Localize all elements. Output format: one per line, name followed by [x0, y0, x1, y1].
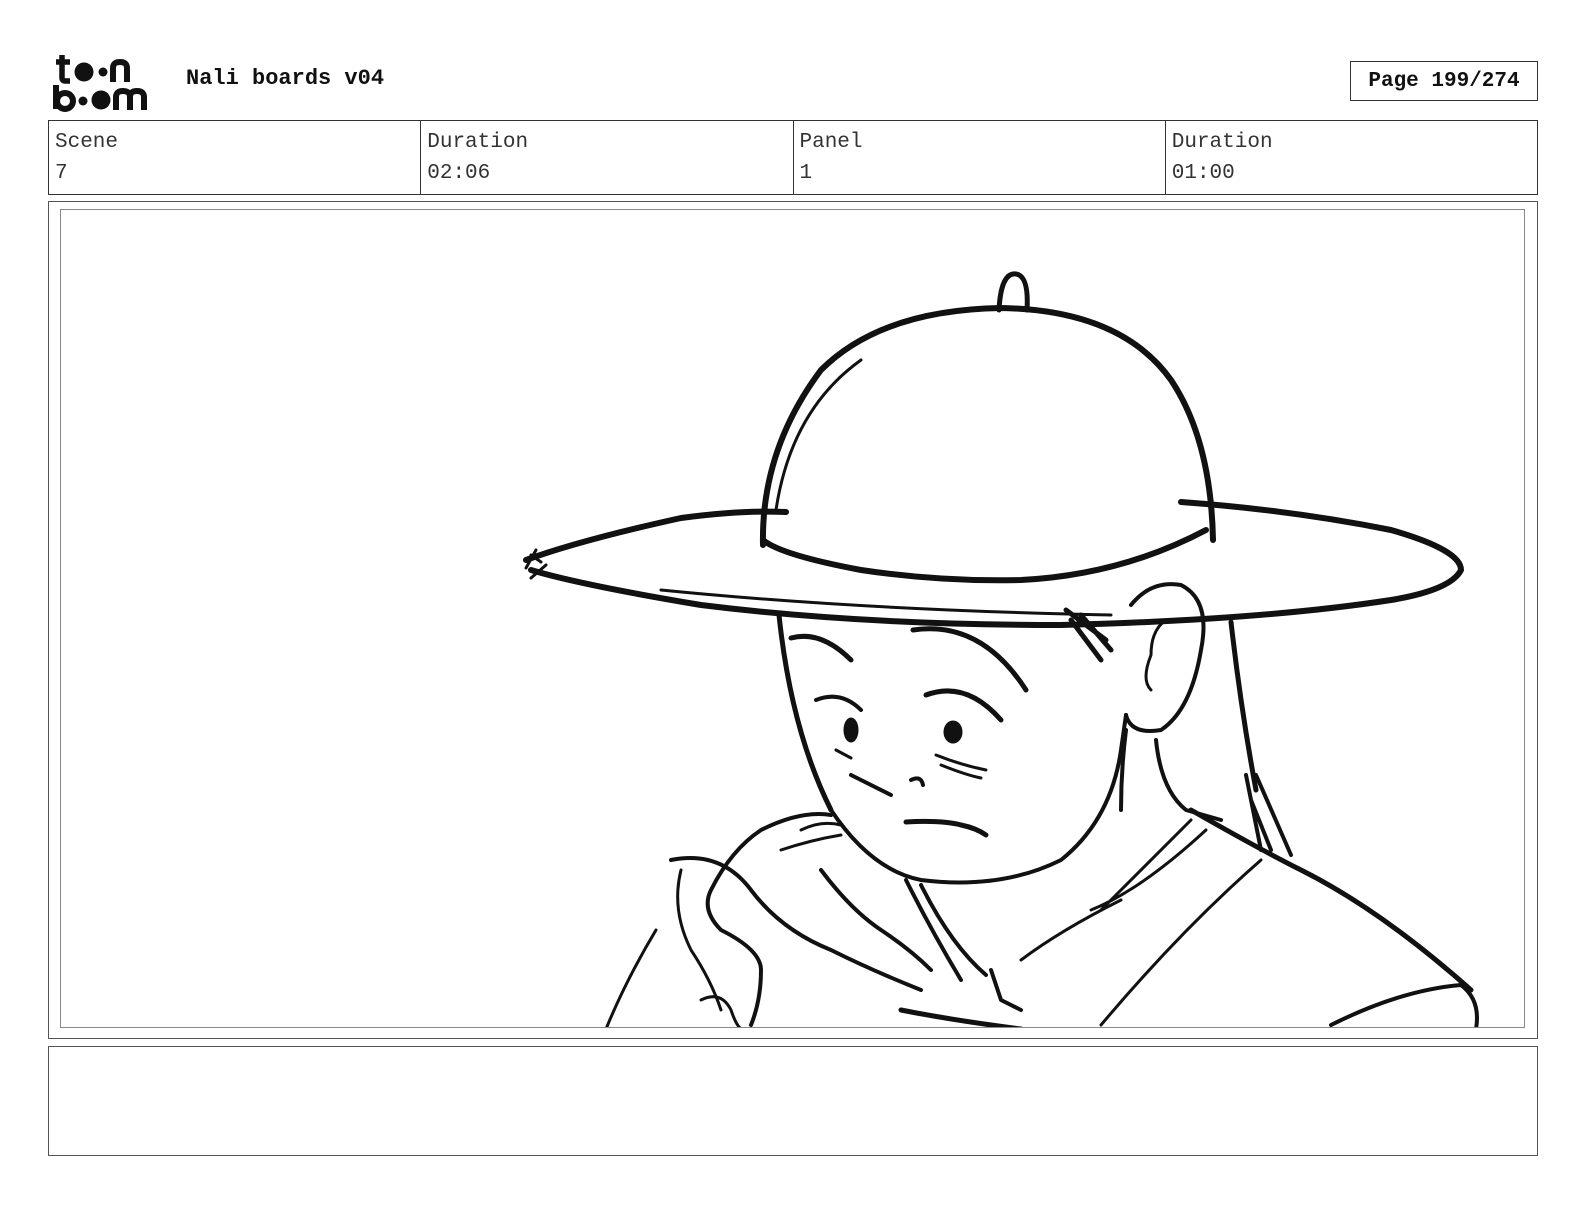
storyboard-panel-frame [48, 201, 1538, 1039]
storyboard-panel-image-area [60, 209, 1525, 1028]
panel-label: Panel [799, 131, 863, 154]
sketch-girl-in-hat-image [523, 271, 1479, 1027]
project-title: Nali boards v04 [186, 66, 385, 91]
scene-duration-label: Duration [427, 131, 529, 154]
panel-cell: Panel 1 [794, 121, 1166, 194]
panel-duration-label: Duration [1171, 131, 1273, 154]
scene-label: Scene [55, 131, 119, 154]
scene-value: 7 [55, 162, 68, 185]
panel-duration-cell: Duration 01:00 [1166, 121, 1537, 194]
scene-duration-cell: Duration 02:06 [421, 121, 794, 194]
scene-duration-value: 02:06 [427, 162, 491, 185]
panel-info-table: Scene 7 Duration 02:06 Panel 1 Duration … [48, 120, 1538, 195]
panel-value: 1 [799, 162, 813, 185]
panel-notes-box [48, 1046, 1538, 1156]
page-indicator: Page 199/274 [1350, 61, 1538, 101]
panel-duration-value: 01:00 [1171, 162, 1235, 185]
scene-cell: Scene 7 [49, 121, 422, 194]
toon-boom-logo [53, 55, 147, 112]
